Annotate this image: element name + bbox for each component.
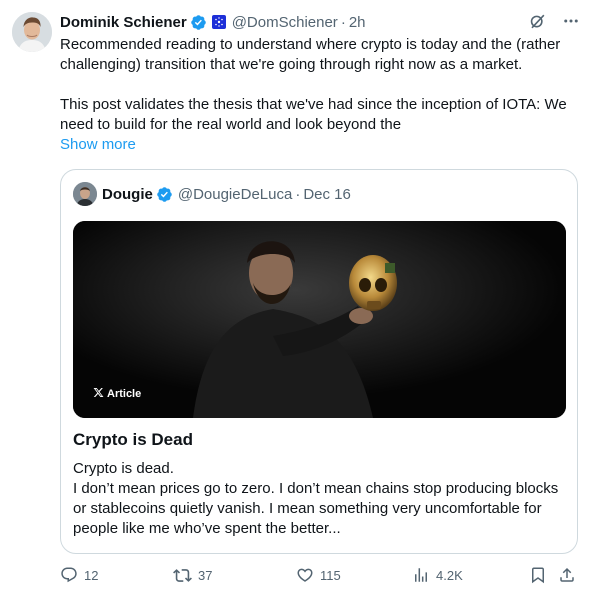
reply-count: 12 bbox=[84, 567, 99, 583]
quoted-header: Dougie @DougieDeLuca · Dec 16 bbox=[73, 182, 351, 206]
article-excerpt-line-2: I don’t mean prices go to zero. I don’t … bbox=[73, 480, 559, 537]
share-button[interactable] bbox=[558, 566, 576, 584]
grok-icon[interactable] bbox=[527, 11, 547, 31]
tweet: Dominik Schiener @DomSchiener · 2h Recom… bbox=[0, 0, 595, 594]
repost-count: 37 bbox=[198, 568, 213, 583]
share-icon bbox=[558, 566, 576, 584]
bookmark-icon bbox=[529, 566, 547, 584]
reply-icon bbox=[60, 566, 78, 584]
separator-dot: · bbox=[340, 13, 346, 31]
repost-icon bbox=[173, 566, 192, 585]
quoted-tweet[interactable]: Dougie @DougieDeLuca · Dec 16 Article Cr… bbox=[60, 169, 578, 554]
iota-affiliate-icon[interactable] bbox=[211, 15, 226, 29]
article-label: Article bbox=[93, 387, 141, 401]
article-excerpt-line-1: Crypto is dead. bbox=[73, 460, 174, 477]
quoted-author-handle[interactable]: @DougieDeLuca bbox=[178, 186, 292, 203]
views-count: 4.2K bbox=[436, 567, 463, 583]
article-tag-text: Article bbox=[107, 388, 142, 400]
x-logo-icon bbox=[93, 387, 104, 401]
header-actions bbox=[527, 11, 581, 31]
heart-icon bbox=[296, 566, 314, 584]
views-icon bbox=[412, 566, 430, 584]
article-cover-image[interactable]: Article bbox=[73, 221, 566, 418]
quoted-verified-badge-icon[interactable] bbox=[156, 186, 173, 203]
quoted-author-name[interactable]: Dougie bbox=[102, 186, 153, 203]
author-handle[interactable]: @DomSchiener bbox=[232, 14, 338, 31]
author-name[interactable]: Dominik Schiener bbox=[60, 14, 187, 31]
repost-button[interactable]: 37 bbox=[173, 566, 212, 585]
reply-button[interactable]: 12 bbox=[60, 566, 98, 584]
show-more-link[interactable]: Show more bbox=[60, 136, 136, 153]
quoted-separator-dot: · bbox=[295, 185, 301, 203]
tweet-actions: 12 37 115 4.2K bbox=[60, 566, 580, 588]
post-time[interactable]: 2h bbox=[349, 14, 366, 31]
like-count: 115 bbox=[320, 567, 341, 583]
article-excerpt: Crypto is dead. I don’t mean prices go t… bbox=[73, 459, 563, 539]
quoted-avatar[interactable] bbox=[73, 182, 97, 206]
verified-badge-icon[interactable] bbox=[190, 14, 207, 31]
quoted-post-date[interactable]: Dec 16 bbox=[303, 186, 351, 203]
tweet-paragraph-2: This post validates the thesis that we'v… bbox=[60, 96, 567, 133]
views-button[interactable]: 4.2K bbox=[412, 566, 463, 584]
author-avatar[interactable] bbox=[12, 12, 52, 52]
tweet-text: Recommended reading to understand where … bbox=[60, 35, 580, 135]
tweet-header: Dominik Schiener @DomSchiener · 2h bbox=[60, 11, 366, 33]
bookmark-button[interactable] bbox=[529, 566, 547, 584]
like-button[interactable]: 115 bbox=[296, 566, 341, 584]
article-title: Crypto is Dead bbox=[73, 430, 193, 449]
more-icon[interactable] bbox=[561, 11, 581, 31]
tweet-paragraph-1: Recommended reading to understand where … bbox=[60, 36, 561, 73]
